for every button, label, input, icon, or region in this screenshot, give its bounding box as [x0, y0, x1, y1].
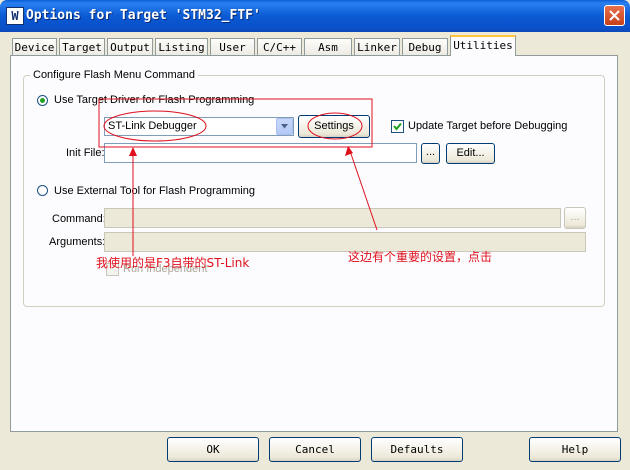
- annotation-box: [98, 98, 373, 148]
- ok-button[interactable]: OK: [167, 437, 259, 462]
- defaults-button[interactable]: Defaults: [371, 437, 463, 462]
- annotation-driver-circle: [103, 110, 207, 142]
- tab-utilities[interactable]: Utilities: [450, 35, 516, 56]
- annotation-note-left: 我使用的是F3自带的ST-Link: [96, 256, 250, 270]
- annotation-overlay: [98, 98, 378, 256]
- help-button[interactable]: Help: [529, 437, 621, 462]
- annotation-settings-circle: [307, 112, 363, 140]
- annotation-arrow-right: [349, 150, 378, 231]
- annotation-arrowhead-left: [129, 147, 137, 156]
- cancel-button[interactable]: Cancel: [269, 437, 361, 462]
- annotation-note-right: 这边有个重要的设置，点击: [348, 250, 493, 264]
